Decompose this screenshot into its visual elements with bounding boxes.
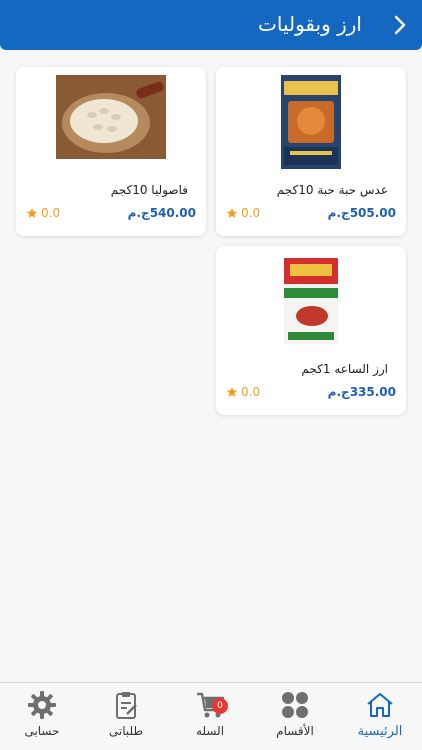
back-chevron-icon[interactable] [392, 14, 408, 36]
star-icon [226, 387, 238, 397]
clipboard-icon [116, 692, 137, 719]
gear-icon [28, 691, 56, 719]
product-price: 505.00ج.م [327, 206, 396, 220]
star-icon [226, 208, 238, 218]
product-name: عدس حبة حبة 10كجم [276, 183, 388, 197]
product-rating: 0.0 [226, 206, 260, 220]
tab-categories[interactable]: الأقسام [253, 683, 337, 750]
product-image [216, 75, 406, 169]
tab-label: السله [195, 724, 225, 738]
rating-value: 0.0 [41, 206, 61, 220]
tab-orders[interactable]: طلباتى [84, 683, 168, 750]
tab-label: طلباتى [108, 724, 144, 738]
product-image [216, 254, 406, 348]
top-app-bar: ارز وبقوليات [0, 0, 422, 50]
product-card[interactable]: ارز الساعه 1كجم 335.00ج.م 0.0 [216, 246, 406, 415]
tab-home[interactable]: الرئيسية [338, 683, 422, 750]
bottom-tab-bar: الرئيسية الأقسام 0 السله طلباتى حسابى [0, 682, 422, 750]
rating-value: 0.0 [241, 206, 261, 220]
home-icon [367, 693, 393, 717]
grid-icon [282, 692, 308, 718]
product-rating: 0.0 [26, 206, 60, 220]
cart-count-badge: 0 [212, 698, 228, 714]
product-name: فاصوليا 10كجم [110, 183, 188, 197]
star-icon [26, 208, 38, 218]
tab-label: الأقسام [276, 724, 314, 738]
product-price: 335.00ج.م [327, 385, 396, 399]
tab-account[interactable]: حسابى [0, 683, 84, 750]
product-price: 540.00ج.م [127, 206, 196, 220]
product-card[interactable]: عدس حبة حبة 10كجم 505.00ج.م 0.0 [216, 67, 406, 236]
product-card[interactable]: فاصوليا 10كجم 540.00ج.م 0.0 [16, 67, 206, 236]
product-image [16, 75, 206, 169]
product-name: ارز الساعه 1كجم [301, 362, 388, 376]
page-title: ارز وبقوليات [258, 12, 362, 36]
rating-value: 0.0 [241, 385, 261, 399]
tab-label: حسابى [24, 724, 60, 738]
tab-label: الرئيسية [357, 724, 403, 739]
product-rating: 0.0 [226, 385, 260, 399]
tab-cart[interactable]: 0 السله [168, 683, 252, 750]
